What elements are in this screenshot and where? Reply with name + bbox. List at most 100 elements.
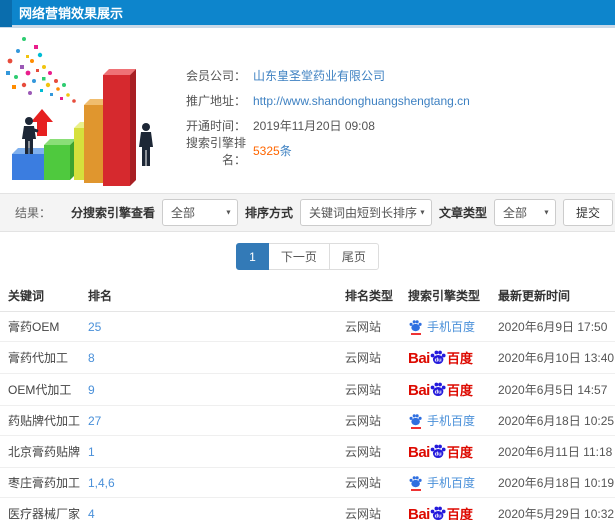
engine-filter-value: 全部 (170, 206, 195, 220)
confetti-dots (6, 37, 76, 103)
baidu-logo: Bai du 百度 (408, 348, 473, 367)
rank-type-cell: 云网站 (337, 405, 400, 436)
column-header-rank-type: 排名类型 (337, 281, 400, 312)
engine-filter-select[interactable]: 全部 ▼ (161, 199, 238, 226)
column-header-keyword: 关键词 (0, 281, 80, 312)
paw-underline (410, 426, 421, 429)
baidu-logo: Bai du 百度 (408, 442, 473, 461)
info-row-rank-count: 搜索引擎排名： 5325 条 (178, 136, 470, 167)
baidu-cn-text: 百度 (446, 507, 473, 520)
mobile-baidu-logo: 手机百度 (408, 474, 475, 491)
rank-link[interactable]: 27 (88, 414, 101, 428)
engine-cell: 手机百度 du (408, 474, 482, 491)
last-page-button[interactable]: 尾页 (328, 243, 379, 270)
baidu-cn-text: 百度 (446, 383, 473, 398)
results-table: 关键词 排名 排名类型 搜索引擎类型 最新更新时间 膏药OEM 25 云网站 手… (0, 281, 615, 520)
table-row: 医疗器械厂家 4 云网站 Bai du 百度 2020年5月29日 10:32 (0, 497, 615, 520)
promo-url-link[interactable]: http://www.shandonghuangshengtang.cn (246, 94, 470, 108)
submit-button[interactable]: 提交 (562, 199, 613, 226)
mobile-baidu-label: 手机百度 (427, 320, 476, 334)
baidu-bai-text: Bai (408, 350, 430, 367)
updated-cell: 2020年6月18日 10:25 (490, 405, 615, 436)
rank-type-cell: 云网站 (337, 467, 400, 498)
table-row: 膏药OEM 25 云网站 手机百度 2020年6月9日 17:50 (0, 311, 615, 342)
chevron-down-icon: ▼ (419, 209, 426, 216)
column-header-rank: 排名 (80, 281, 337, 312)
table-header-row: 关键词 排名 排名类型 搜索引擎类型 最新更新时间 (0, 281, 615, 312)
rank-link[interactable]: 1,4,6 (88, 476, 115, 490)
next-page-button[interactable]: 下一页 (267, 243, 330, 270)
baidu-paw-icon (408, 413, 423, 429)
article-type-value: 全部 (502, 206, 527, 220)
table-row: 枣庄膏药加工 1,4,6 云网站 手机百度 2020年6月18日 10:19 (0, 467, 615, 498)
table-body: 膏药OEM 25 云网站 手机百度 2020年6月9日 17:50 膏药代加工 … (0, 311, 615, 520)
updated-cell: 2020年6月5日 14:57 (490, 373, 615, 406)
keyword-cell: 医疗器械厂家 (0, 497, 80, 520)
paw-underline (410, 332, 421, 335)
baidu-paw-icon: du (430, 443, 446, 461)
header-accent (0, 0, 12, 27)
baidu-paw-icon: du (430, 349, 446, 367)
svg-text:du: du (434, 390, 442, 396)
company-label: 会员公司： (185, 69, 246, 83)
info-section: 会员公司： 山东皇圣堂药业有限公司 推广地址： http://www.shand… (0, 31, 615, 191)
mobile-baidu-logo: 手机百度 (408, 318, 475, 335)
page-1-button[interactable]: 1 (236, 243, 269, 270)
baidu-logo: Bai du 百度 (408, 504, 473, 520)
rank-link[interactable]: 4 (88, 507, 95, 520)
promo-url-label: 推广地址： (185, 94, 246, 108)
engine-filter-label: 分搜索引擎查看 (70, 206, 155, 220)
info-row-promo-url: 推广地址： http://www.shandonghuangshengtang.… (178, 88, 470, 113)
rank-link[interactable]: 1 (88, 445, 95, 459)
updated-cell: 2020年5月29日 10:32 (490, 497, 615, 520)
sort-select[interactable]: 关键词由短到长排序 ▼ (299, 199, 432, 226)
open-time-value: 2019年11月20日 09:08 (253, 119, 375, 133)
mobile-baidu-label: 手机百度 (427, 476, 476, 490)
rank-type-cell: 云网站 (337, 435, 400, 468)
results-label: 结果： (15, 206, 52, 220)
page: 网络营销效果展示 会员公司： 山东皇圣堂药业有限公司 推广地址： http://… (0, 0, 615, 520)
baidu-cn-text: 百度 (446, 445, 473, 460)
baidu-cn-text: 百度 (446, 351, 473, 366)
rank-type-cell: 云网站 (337, 497, 400, 520)
keyword-cell: OEM代加工 (0, 373, 80, 406)
keyword-cell: 药贴牌代加工 (0, 405, 80, 436)
table-row: 北京膏药贴牌 1 云网站 Bai du 百度 2020年6月11日 11:18 (0, 435, 615, 468)
article-type-select[interactable]: 全部 ▼ (493, 199, 556, 226)
businessman-right (139, 123, 153, 166)
table-row: OEM代加工 9 云网站 Bai du 百度 2020年6月5日 14:57 (0, 373, 615, 406)
chevron-down-icon: ▼ (225, 209, 232, 216)
company-link[interactable]: 山东皇圣堂药业有限公司 (246, 67, 385, 84)
sort-value: 关键词由短到长排序 (308, 206, 417, 220)
rank-count-value: 5325 (253, 143, 280, 158)
rank-count-label: 搜索引擎排名： (185, 135, 246, 167)
engine-cell: 手机百度 du (408, 318, 482, 335)
rank-link[interactable]: 9 (88, 383, 95, 397)
rank-count-suffix: 条 (279, 144, 292, 158)
column-header-engine-type: 搜索引擎类型 (400, 281, 490, 312)
mobile-baidu-logo: 手机百度 (408, 412, 475, 429)
updated-cell: 2020年6月18日 10:19 (490, 467, 615, 498)
rank-type-cell: 云网站 (337, 341, 400, 374)
chevron-down-icon: ▼ (543, 209, 550, 216)
info-row-company: 会员公司： 山东皇圣堂药业有限公司 (178, 63, 470, 88)
updated-cell: 2020年6月9日 17:50 (490, 311, 615, 342)
paw-underline (410, 488, 421, 491)
baidu-bai-text: Bai (408, 506, 430, 520)
keyword-cell: 北京膏药贴牌 (0, 435, 80, 468)
header-bar: 网络营销效果展示 (0, 0, 615, 28)
updated-cell: 2020年6月11日 11:18 (490, 435, 615, 468)
rank-type-cell: 云网站 (337, 373, 400, 406)
rank-link[interactable]: 8 (88, 351, 95, 365)
baidu-paw-icon: du (430, 381, 446, 399)
marketing-chart-image (6, 37, 153, 186)
svg-text:du: du (434, 358, 442, 364)
svg-text:du: du (434, 514, 442, 520)
engine-cell: Bai du 百度 (408, 380, 482, 399)
rank-link[interactable]: 25 (88, 320, 101, 334)
svg-text:du: du (434, 452, 442, 458)
updated-cell: 2020年6月10日 13:40 (490, 341, 615, 374)
engine-cell: Bai du 百度 (408, 348, 482, 367)
table-row: 膏药代加工 8 云网站 Bai du 百度 2020年6月10日 13:40 (0, 341, 615, 374)
keyword-cell: 膏药代加工 (0, 341, 80, 374)
